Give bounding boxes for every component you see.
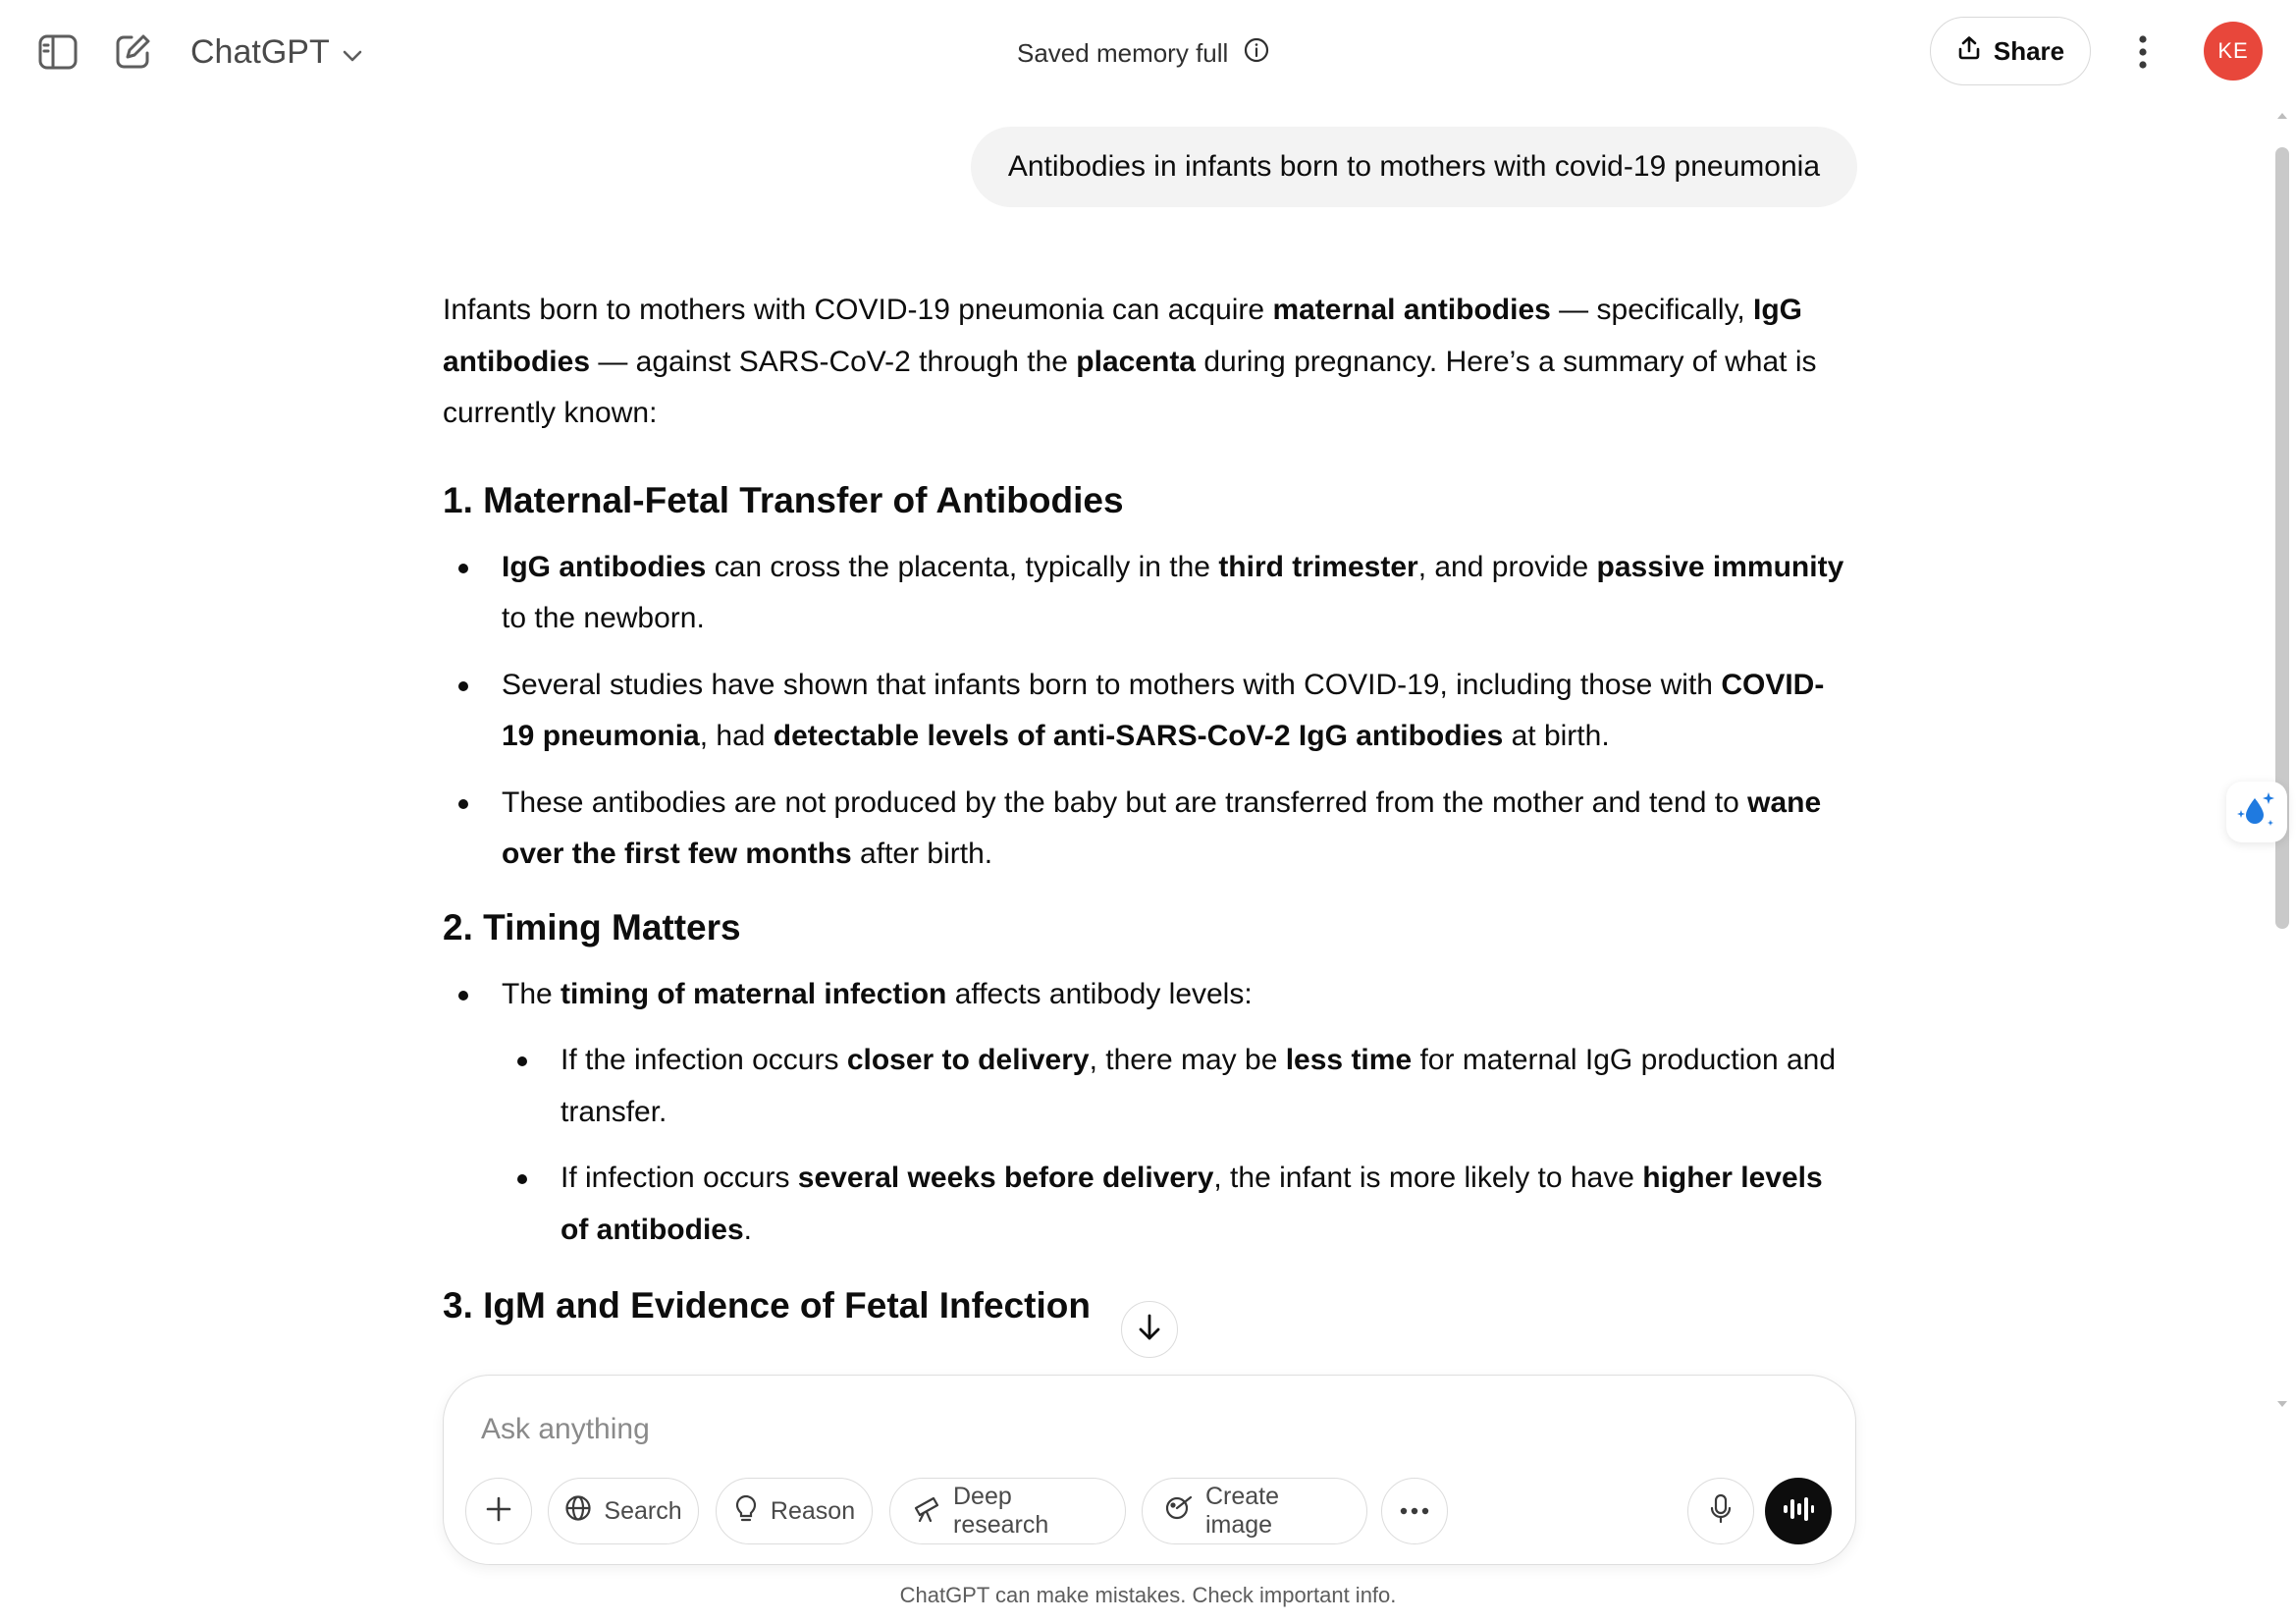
globe-icon: [564, 1494, 592, 1529]
intro-paragraph: Infants born to mothers with COVID-19 pn…: [443, 294, 1817, 429]
user-message-bubble: Antibodies in infants born to mothers wi…: [970, 127, 1857, 207]
reason-button[interactable]: Reason: [716, 1478, 873, 1544]
assistant-response: Infants born to mothers with COVID-19 pn…: [443, 285, 1856, 1331]
voice-mode-icon: [1782, 1496, 1815, 1527]
info-icon[interactable]: [1244, 37, 1269, 70]
microphone-icon: [1709, 1493, 1733, 1530]
section-number: 2.: [443, 906, 473, 947]
bold-text: passive immunity: [1596, 550, 1844, 583]
search-button[interactable]: Search: [548, 1478, 699, 1544]
sub-list-item: If the infection occurs closer to delive…: [502, 1035, 1856, 1138]
more-tools-button[interactable]: [1381, 1478, 1448, 1544]
list-item: The timing of maternal infection affects…: [443, 969, 1856, 1257]
sparkle-drop-icon: [2235, 790, 2278, 835]
scroll-up-arrow-icon[interactable]: [2275, 110, 2289, 122]
list-item: IgG antibodies can cross the placenta, t…: [443, 542, 1856, 645]
section-number: 3.: [443, 1285, 473, 1325]
list-item: These antibodies are not produced by the…: [443, 778, 1856, 881]
sidebar-toggle-icon[interactable]: [35, 29, 80, 75]
bold-text: IgG antibodies: [502, 550, 707, 583]
memory-status[interactable]: Saved memory full: [1017, 31, 1269, 75]
section-heading: 2. Timing Matters: [443, 902, 1856, 953]
list-item: Several studies have shown that infants …: [443, 660, 1856, 763]
voice-mode-button[interactable]: [1765, 1478, 1832, 1544]
section-title: Maternal-Fetal Transfer of Antibodies: [483, 479, 1124, 520]
prompt-input[interactable]: [479, 1407, 1814, 1452]
avatar[interactable]: KE: [2204, 22, 2263, 81]
assistant-sparkle-widget[interactable]: [2226, 782, 2287, 842]
image-brush-icon: [1164, 1493, 1194, 1530]
bullet-list: IgG antibodies can cross the placenta, t…: [443, 542, 1856, 881]
sub-bullet-list: If the infection occurs closer to delive…: [502, 1035, 1856, 1256]
deep-research-label: Deep research: [953, 1483, 1049, 1539]
bold-text: third trimester: [1218, 550, 1418, 583]
arrow-down-icon: [1137, 1313, 1162, 1347]
new-chat-icon[interactable]: [110, 29, 155, 75]
section-number: 1.: [443, 479, 473, 520]
microphone-button[interactable]: [1687, 1478, 1754, 1544]
top-bar: ChatGPT Saved memory full Share KE: [0, 0, 2296, 108]
deep-research-button[interactable]: Deep research: [889, 1478, 1126, 1544]
share-icon: [1956, 35, 1982, 68]
section-title: Timing Matters: [483, 906, 741, 947]
sub-list-item: If infection occurs several weeks before…: [502, 1153, 1856, 1256]
bold-text: placenta: [1076, 345, 1196, 378]
scroll-down-arrow-icon[interactable]: [2275, 1398, 2289, 1410]
reason-label: Reason: [770, 1496, 856, 1525]
disclaimer: ChatGPT can make mistakes. Check importa…: [899, 1583, 1397, 1607]
telescope-icon: [912, 1493, 941, 1530]
add-attachment-button[interactable]: [465, 1478, 532, 1544]
lightbulb-icon: [733, 1493, 759, 1530]
bold-text: several weeks before delivery: [797, 1162, 1214, 1194]
more-options-icon[interactable]: [2120, 27, 2165, 77]
chevron-down-icon: [342, 33, 363, 72]
more-icon: [1400, 1502, 1429, 1520]
model-switcher[interactable]: ChatGPT: [190, 27, 363, 77]
create-image-button[interactable]: Create image: [1142, 1478, 1367, 1544]
plus-icon: [485, 1495, 512, 1528]
search-label: Search: [604, 1496, 682, 1525]
bullet-list: The timing of maternal infection affects…: [443, 969, 1856, 1257]
scroll-to-bottom-button[interactable]: [1121, 1301, 1178, 1358]
section-title: IgM and Evidence of Fetal Infection: [483, 1285, 1091, 1325]
bold-text: closer to delivery: [846, 1044, 1090, 1076]
memory-status-label: Saved memory full: [1017, 37, 1229, 68]
list-item-text: The timing of maternal infection affects…: [502, 977, 1253, 1010]
share-button[interactable]: Share: [1930, 17, 2091, 85]
bold-text: less time: [1285, 1044, 1413, 1076]
bold-text: wane over the first few months: [502, 785, 1822, 871]
bold-text: detectable levels of anti-SARS-CoV-2 IgG…: [773, 720, 1504, 752]
model-name: ChatGPT: [190, 32, 330, 71]
bold-text: timing of maternal infection: [561, 977, 947, 1010]
bold-text: maternal antibodies: [1272, 294, 1551, 326]
share-label: Share: [1993, 35, 2065, 66]
composer: Search Reason Deep research Create image: [443, 1375, 1856, 1565]
create-image-label: Create image: [1205, 1483, 1280, 1539]
section-heading: 1. Maternal-Fetal Transfer of Antibodies: [443, 475, 1856, 526]
